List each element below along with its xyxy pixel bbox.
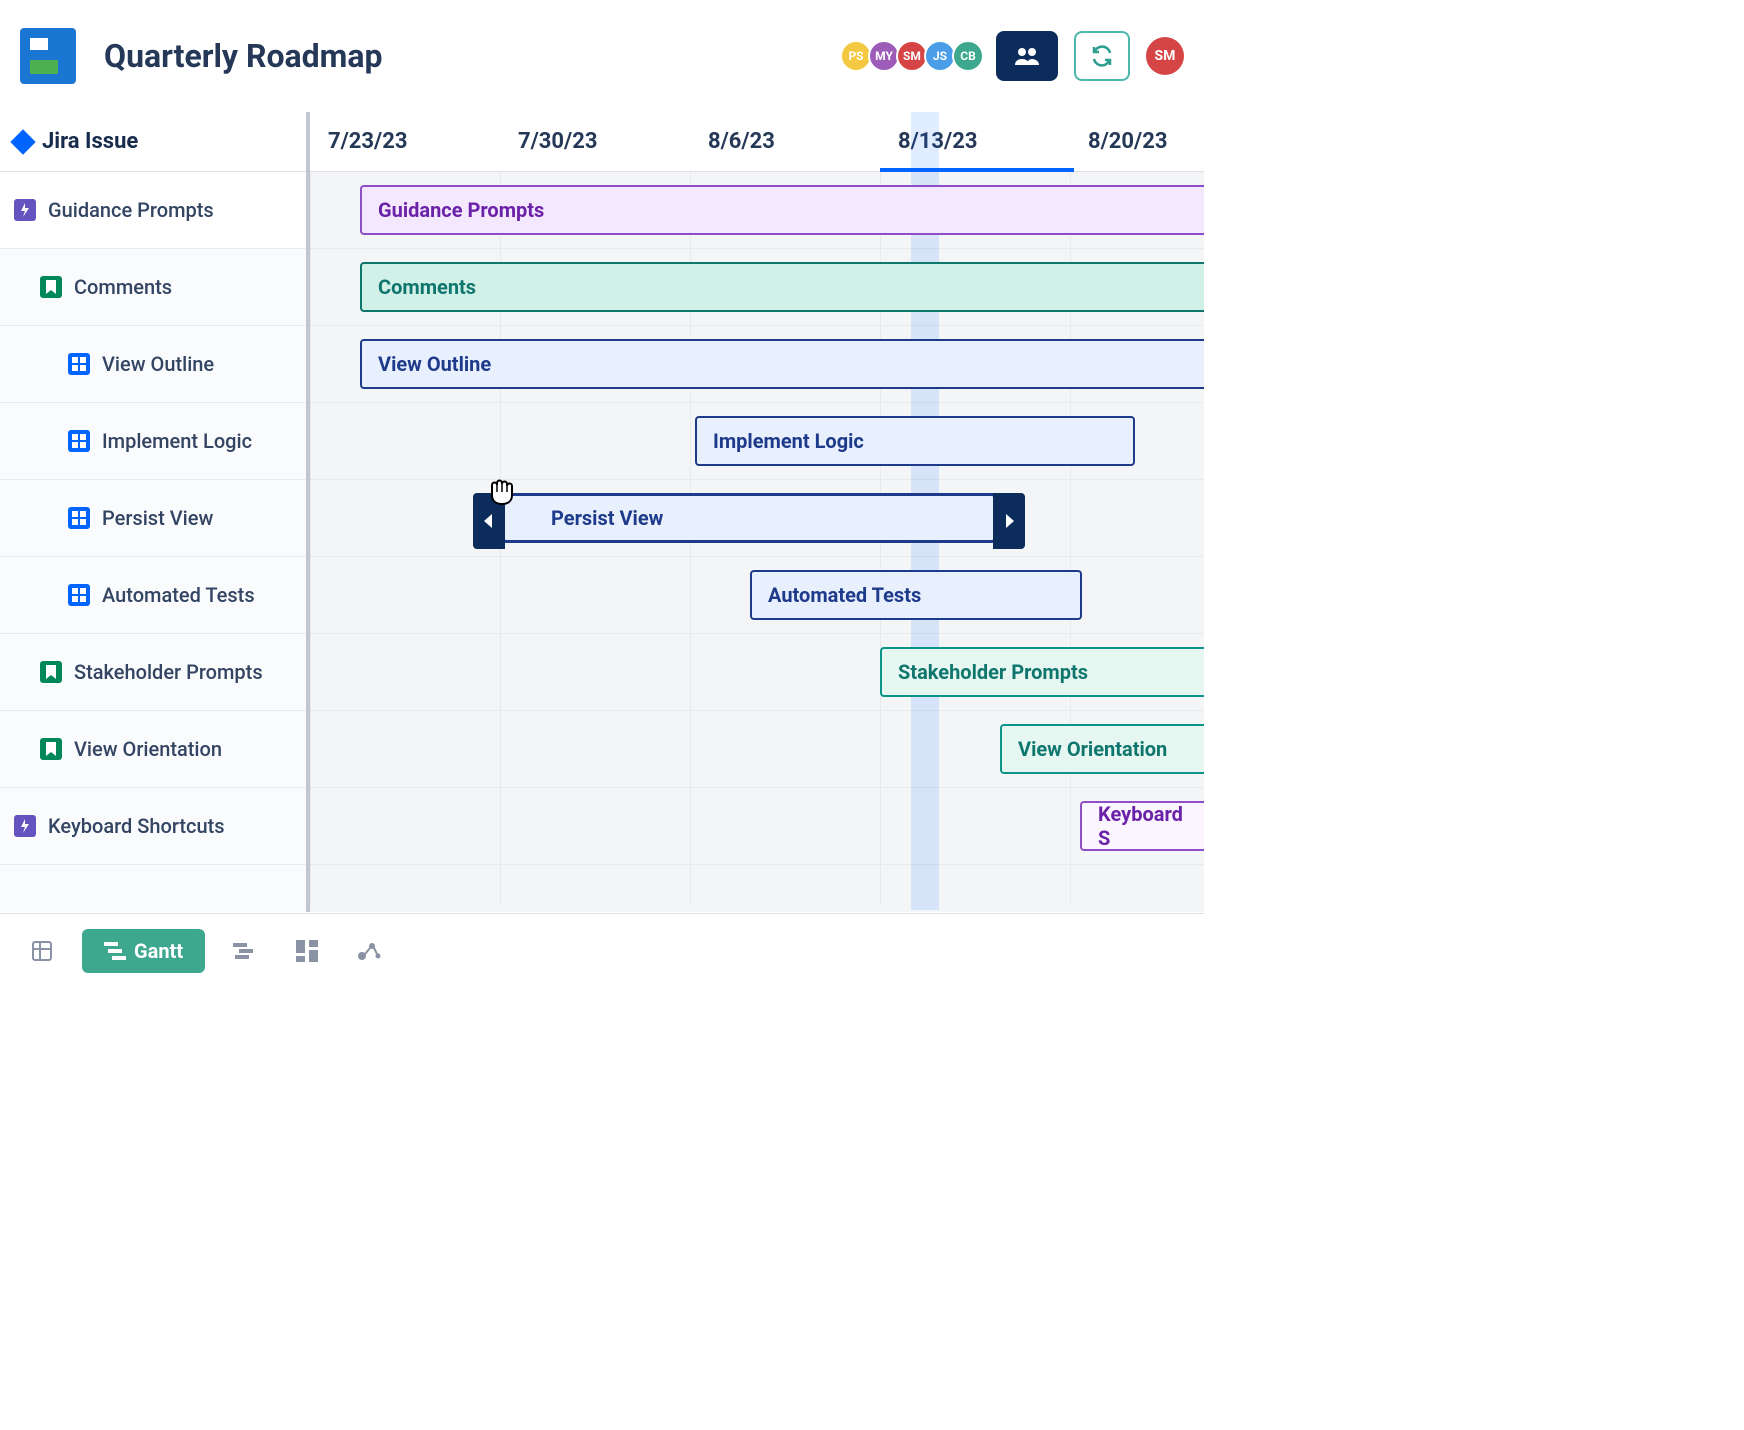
tree-row-automated-tests[interactable]: Automated Tests	[0, 557, 306, 634]
tree-label: Implement Logic	[102, 429, 252, 453]
tree-row-guidance-prompts[interactable]: Guidance Prompts	[0, 172, 306, 249]
timeline[interactable]: 7/23/237/30/238/6/238/13/238/20/23 Guida…	[310, 112, 1204, 912]
gantt-bar-automated-tests[interactable]: Automated Tests	[750, 570, 1082, 620]
table-view-button[interactable]	[20, 929, 64, 973]
gantt-bar-implement-logic[interactable]: Implement Logic	[695, 416, 1135, 466]
refresh-button[interactable]	[1074, 31, 1130, 81]
timeline-header: 7/23/237/30/238/6/238/13/238/20/23	[310, 112, 1204, 172]
story-icon	[40, 661, 62, 683]
tree-row-comments[interactable]: Comments	[0, 249, 306, 326]
gantt-bar-persist-view[interactable]: Persist View	[502, 493, 996, 543]
jira-icon	[10, 129, 35, 154]
tree-label: Keyboard Shortcuts	[48, 814, 225, 838]
tree-label: View Orientation	[74, 737, 222, 761]
tree-label: View Outline	[102, 352, 214, 376]
timeline-column-header[interactable]: 8/6/23	[690, 112, 880, 171]
task-icon	[68, 353, 90, 375]
gantt-bar-stakeholder-prompts[interactable]: Stakeholder Prompts	[880, 647, 1204, 697]
gantt-bar-guidance-prompts[interactable]: Guidance Prompts	[360, 185, 1204, 235]
workspace: Jira Issue Guidance Prompts Comments View …	[0, 112, 1204, 912]
gantt-row	[310, 865, 1204, 912]
epic-icon	[14, 815, 36, 837]
gantt-area[interactable]: Guidance Prompts Comments View Outline Impl…	[310, 172, 1204, 912]
resize-handle-left[interactable]	[473, 493, 505, 549]
current-user-avatar[interactable]: SM	[1146, 37, 1184, 75]
tree-row-keyboard-shortcuts[interactable]: Keyboard Shortcuts	[0, 788, 306, 865]
gantt-view-button[interactable]: Gantt	[82, 929, 205, 973]
sidebar-header-label: Jira Issue	[42, 129, 138, 154]
timeline-column-header[interactable]: 8/13/23	[880, 112, 1070, 171]
view-switcher-footer: Gantt	[0, 913, 1204, 987]
story-icon	[40, 276, 62, 298]
current-week-underline	[880, 168, 1074, 172]
tree-label: Persist View	[102, 506, 213, 530]
tree-label: Guidance Prompts	[48, 198, 214, 222]
tree-row-implement-logic[interactable]: Implement Logic	[0, 403, 306, 480]
tree-row-view-outline[interactable]: View Outline	[0, 326, 306, 403]
gantt-view-label: Gantt	[134, 939, 183, 963]
timeline-column-header[interactable]: 8/20/23	[1070, 112, 1204, 171]
task-icon	[68, 584, 90, 606]
tree-label: Stakeholder Prompts	[74, 660, 263, 684]
tree-row-persist-view[interactable]: Persist View	[0, 480, 306, 557]
board-view-button[interactable]	[285, 929, 329, 973]
epic-icon	[14, 199, 36, 221]
timeline-column-header[interactable]: 7/23/23	[310, 112, 500, 171]
share-button[interactable]	[996, 31, 1058, 81]
task-icon	[68, 507, 90, 529]
issue-tree: Guidance Prompts Comments View Outline Impl…	[0, 172, 306, 865]
network-view-button[interactable]	[347, 929, 391, 973]
gantt-bar-view-outline[interactable]: View Outline	[360, 339, 1204, 389]
timeline-view-button[interactable]	[223, 929, 267, 973]
page-title: Quarterly Roadmap	[104, 37, 844, 75]
tree-label: Automated Tests	[102, 583, 255, 607]
story-icon	[40, 738, 62, 760]
gantt-row	[310, 788, 1204, 865]
collaborator-avatar[interactable]: CB	[952, 40, 984, 72]
gantt-bar-keyboard-shortcuts[interactable]: Keyboard S	[1080, 801, 1204, 851]
task-icon	[68, 430, 90, 452]
tree-label: Comments	[74, 275, 172, 299]
tree-row-view-orientation[interactable]: View Orientation	[0, 711, 306, 788]
resize-handle-right[interactable]	[993, 493, 1025, 549]
tree-row-stakeholder-prompts[interactable]: Stakeholder Prompts	[0, 634, 306, 711]
app-logo	[20, 28, 76, 84]
collaborator-avatars: PSMYSMJSCB	[844, 40, 984, 72]
sidebar-header[interactable]: Jira Issue	[0, 112, 306, 172]
app-header: Quarterly Roadmap PSMYSMJSCB SM	[0, 0, 1204, 112]
gantt-bar-comments[interactable]: Comments	[360, 262, 1204, 312]
gantt-bar-view-orientation[interactable]: View Orientation	[1000, 724, 1204, 774]
timeline-column-header[interactable]: 7/30/23	[500, 112, 690, 171]
sidebar: Jira Issue Guidance Prompts Comments View …	[0, 112, 310, 912]
